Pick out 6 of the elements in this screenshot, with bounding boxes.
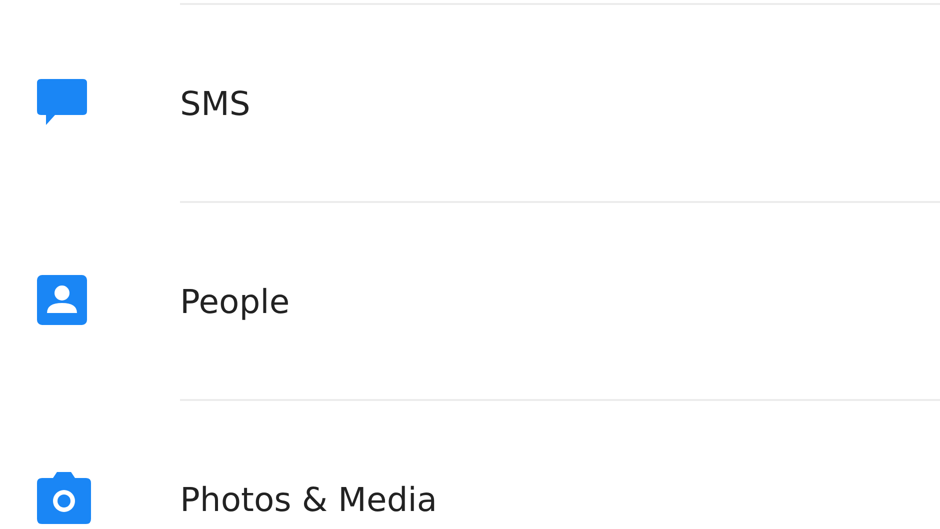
camera-icon xyxy=(37,472,91,524)
list-item-label[interactable]: People xyxy=(180,282,290,320)
contact-icon xyxy=(37,275,87,325)
list-item-label[interactable]: SMS xyxy=(180,84,250,122)
message-icon xyxy=(37,77,87,127)
list-item-label[interactable]: Photos & Media xyxy=(180,480,438,518)
